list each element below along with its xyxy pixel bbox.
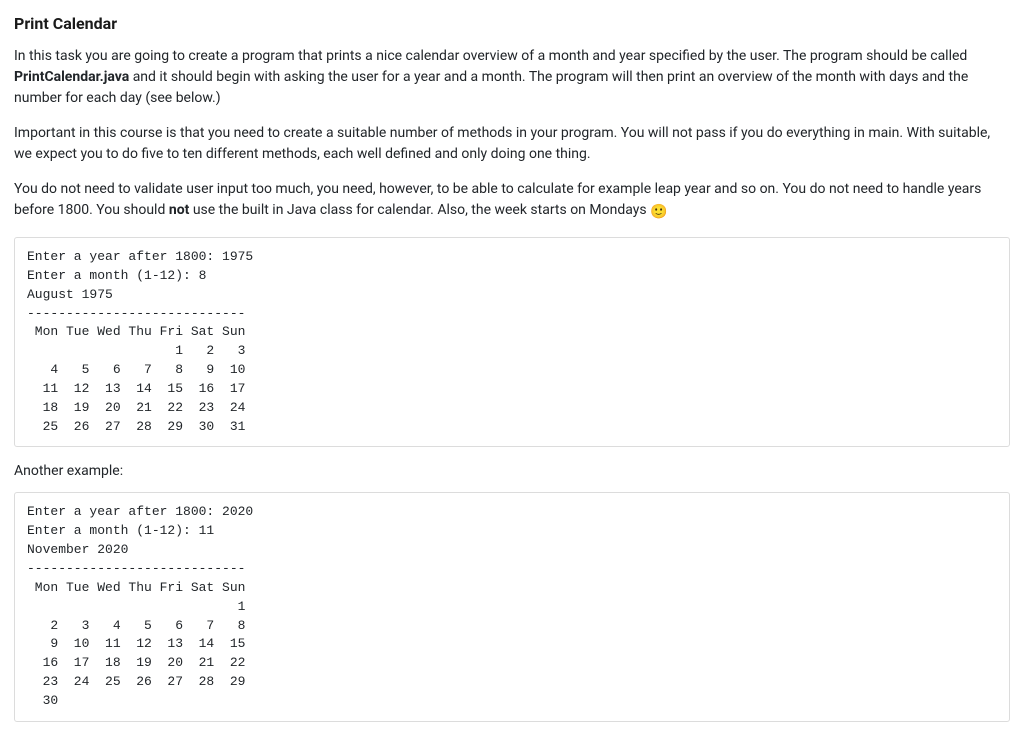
another-example-label: Another example: xyxy=(14,461,1010,482)
code-example-1: Enter a year after 1800: 1975 Enter a mo… xyxy=(14,237,1010,447)
intro-paragraph-1: In this task you are going to create a p… xyxy=(14,46,1010,109)
intro-paragraph-2: Important in this course is that you nee… xyxy=(14,123,1010,165)
program-filename: PrintCalendar.java xyxy=(14,69,129,85)
smile-icon: 🙂 xyxy=(650,202,667,223)
code-example-2: Enter a year after 1800: 2020 Enter a mo… xyxy=(14,492,1010,721)
page-title: Print Calendar xyxy=(14,12,1010,36)
intro-text-pre: In this task you are going to create a p… xyxy=(14,48,967,64)
para3-not: not xyxy=(169,202,190,218)
intro-paragraph-3: You do not need to validate user input t… xyxy=(14,179,1010,223)
intro-text-post: and it should begin with asking the user… xyxy=(14,69,968,106)
para3-post: use the built in Java class for calendar… xyxy=(189,202,650,218)
